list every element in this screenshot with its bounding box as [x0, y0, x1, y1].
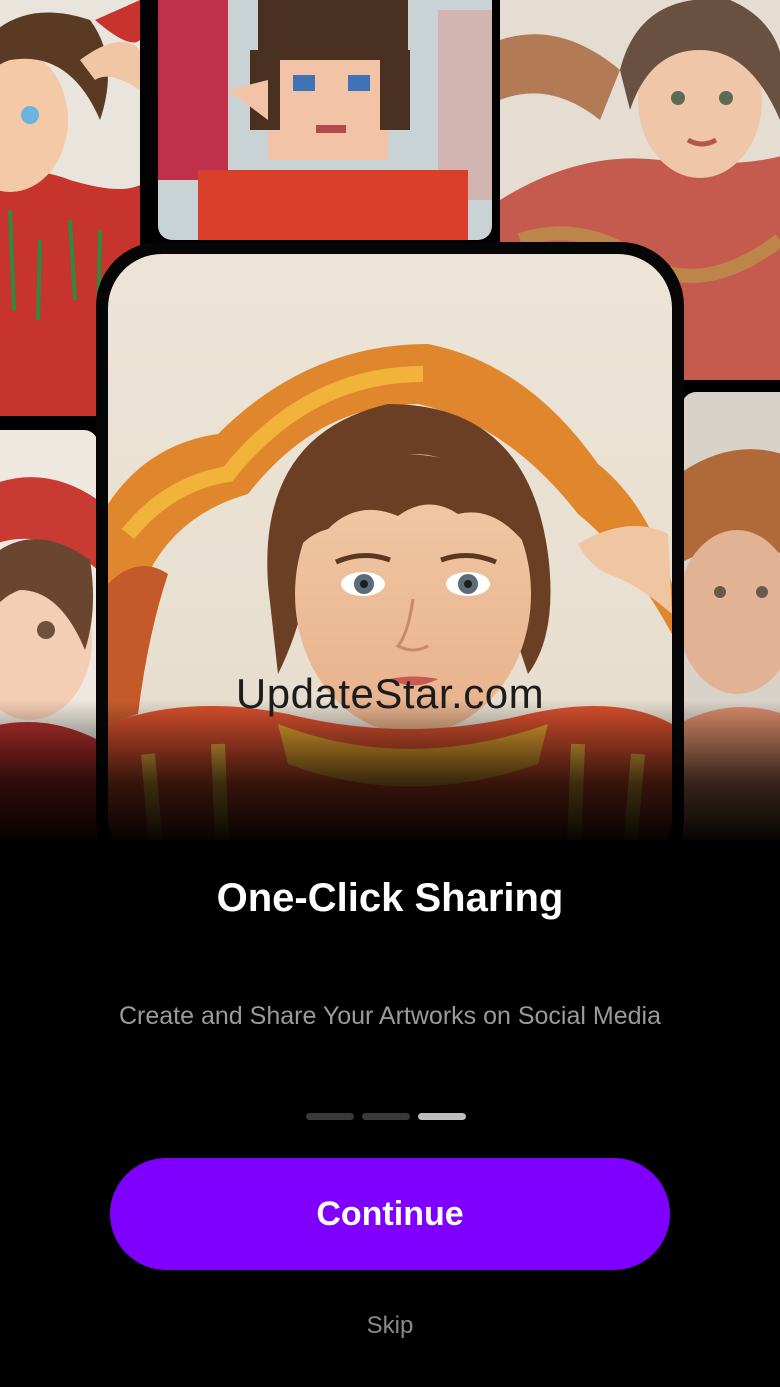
- onboarding-subtitle: Create and Share Your Artworks on Social…: [119, 1002, 661, 1030]
- phone-mockup: [96, 242, 684, 840]
- page-indicator-dot-3-active: [418, 1113, 466, 1120]
- onboarding-title: One-Click Sharing: [216, 876, 564, 920]
- page-indicator-dot-2: [362, 1113, 410, 1120]
- featured-artwork: [108, 254, 672, 840]
- page-indicator: [306, 1113, 466, 1120]
- artwork-image: [682, 392, 780, 840]
- artwork-image: [158, 0, 492, 240]
- artwork-tile-pixel-art: [158, 0, 492, 240]
- artwork-tile-anime: [0, 430, 98, 840]
- skip-button[interactable]: Skip: [0, 1312, 780, 1340]
- artwork-tile-impasto: [682, 392, 780, 840]
- continue-button[interactable]: Continue: [110, 1158, 670, 1270]
- page-indicator-dot-1: [306, 1113, 354, 1120]
- artwork-image: [0, 430, 98, 840]
- watermark: UpdateStar.com: [235, 670, 545, 717]
